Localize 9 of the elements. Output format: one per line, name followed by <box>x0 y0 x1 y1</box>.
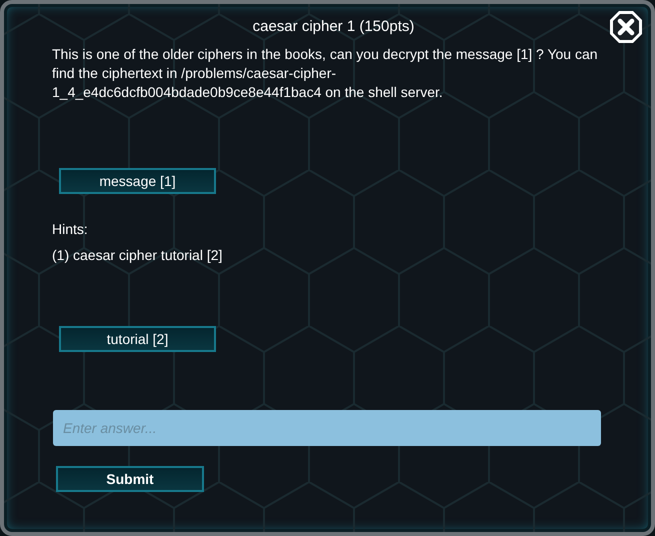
challenge-description: This is one of the older ciphers in the books, can you decrypt the message [1] ? You can find the ciphertext in /problems/caesar-cipher-1_4_e4dc6dcfb004bdade0b9ce8e44f1bac4 on the shell server. <box>52 45 599 102</box>
tutorial-button[interactable]: tutorial [2] <box>59 326 216 352</box>
submit-button[interactable]: Submit <box>56 466 204 492</box>
close-icon[interactable] <box>609 10 643 44</box>
dialog-title: caesar cipher 1 (150pts) <box>252 18 416 35</box>
hints-label: Hints: <box>52 221 89 237</box>
hint-text: (1) caesar cipher tutorial [2] <box>52 247 224 263</box>
message-button[interactable]: message [1] <box>59 168 216 194</box>
answer-field[interactable]: Enter answer... <box>53 410 601 446</box>
